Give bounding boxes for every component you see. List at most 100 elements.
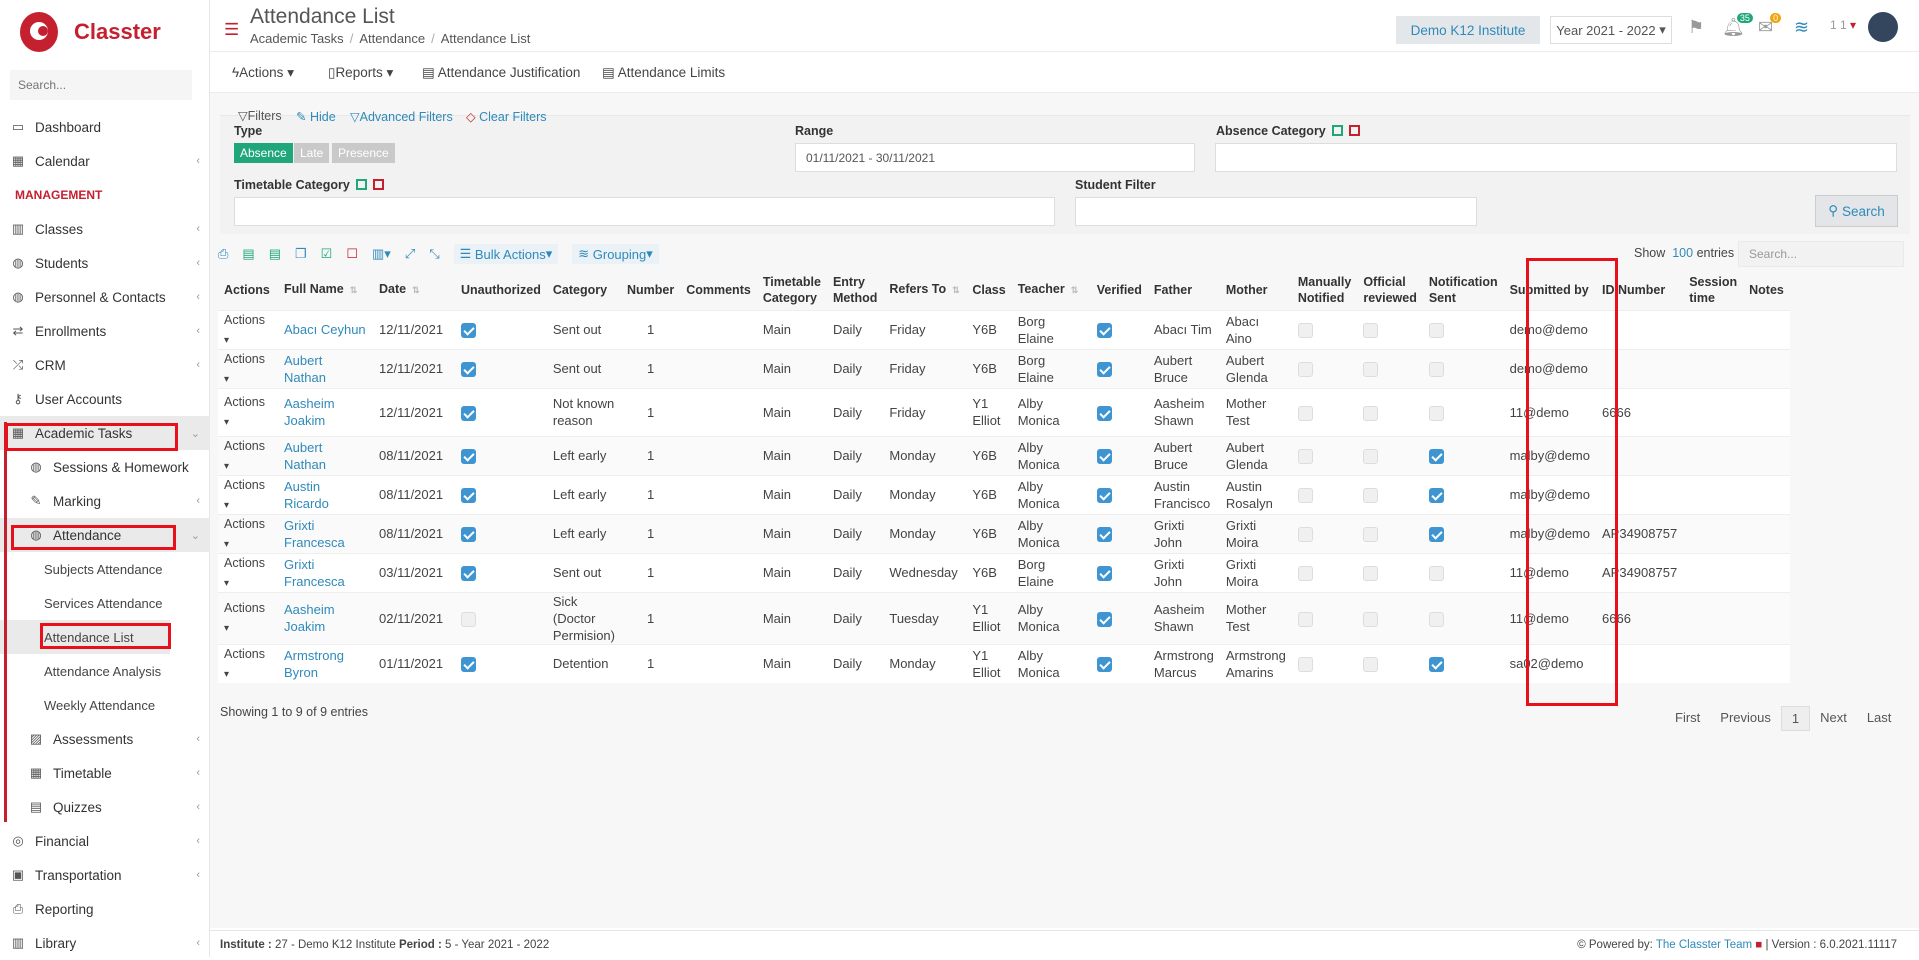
official-checkbox[interactable] — [1363, 527, 1379, 543]
verified-checkbox[interactable] — [1096, 405, 1112, 421]
row-actions-menu[interactable]: Actions — [224, 517, 265, 550]
sidebar-search-input[interactable] — [10, 70, 192, 100]
sidebar-item-financial[interactable]: ◎ Financial ‹ — [0, 824, 210, 858]
manual-checkbox[interactable] — [1297, 488, 1313, 504]
page-first[interactable]: First — [1665, 706, 1710, 731]
filters-toggle[interactable]: ▽Filters — [238, 108, 282, 123]
sidebar-item-transportation[interactable]: ▣ Transportation ‹ — [0, 858, 210, 892]
official-checkbox[interactable] — [1363, 449, 1379, 465]
manual-checkbox[interactable] — [1297, 323, 1313, 339]
avatar[interactable] — [1868, 12, 1898, 42]
sidebar-item-user-accounts[interactable]: ⚷ User Accounts — [0, 382, 210, 416]
deselect-all-icon[interactable] — [372, 179, 384, 190]
column-header[interactable]: Notes — [1743, 270, 1790, 310]
sidebar-item-attendance[interactable]: ◍ Attendance ⌄ — [0, 518, 210, 552]
student-name-link[interactable]: Grixti Francesca — [284, 518, 345, 550]
unauth-checkbox[interactable] — [461, 323, 476, 339]
manual-checkbox[interactable] — [1297, 449, 1313, 465]
column-header[interactable]: Date ⇅ — [373, 270, 455, 310]
grouping-menu[interactable]: ≋ Grouping ▾ — [572, 244, 659, 264]
column-header[interactable]: Refers To ⇅ — [883, 270, 966, 310]
sidebar-item-assessments[interactable]: ▨ Assessments ‹ — [0, 722, 210, 756]
column-header[interactable]: Full Name ⇅ — [278, 270, 373, 310]
student-name-link[interactable]: Austin Ricardo — [284, 479, 329, 511]
column-header[interactable]: Number — [621, 270, 680, 310]
column-header[interactable]: Entry Method — [827, 270, 883, 310]
official-checkbox[interactable] — [1363, 566, 1379, 582]
deselect-all-icon[interactable] — [1348, 125, 1360, 136]
absence-category-input[interactable] — [1215, 143, 1897, 172]
sidebar-item-sessions-homework[interactable]: ◍ Sessions & Homework — [0, 450, 210, 484]
page-previous[interactable]: Previous — [1710, 706, 1781, 731]
sidebar-item-academic-tasks[interactable]: ▦ Academic Tasks ⌄ — [0, 416, 210, 450]
select-all-check-icon[interactable] — [355, 179, 367, 190]
row-actions-menu[interactable]: Actions — [224, 601, 265, 634]
column-header[interactable]: Submitted by — [1504, 270, 1596, 310]
select-all-check-icon[interactable] — [1331, 125, 1343, 136]
verified-checkbox[interactable] — [1096, 449, 1112, 465]
mail-icon[interactable]: ✉ 0 — [1758, 13, 1782, 38]
verified-checkbox[interactable] — [1096, 566, 1112, 582]
sidebar-item-attendance-list[interactable]: Attendance List — [0, 620, 170, 654]
unauth-checkbox[interactable] — [461, 488, 476, 504]
manual-checkbox[interactable] — [1297, 527, 1313, 543]
sidebar-item-services-attendance[interactable]: Services Attendance — [0, 586, 210, 620]
column-header[interactable]: Class — [966, 270, 1011, 310]
official-checkbox[interactable] — [1363, 405, 1379, 421]
column-header[interactable]: Father — [1148, 270, 1220, 310]
notif-checkbox[interactable] — [1428, 527, 1444, 543]
column-header[interactable]: Session time — [1683, 270, 1743, 310]
select-all-check-icon[interactable]: ☑ — [321, 246, 333, 262]
verified-checkbox[interactable] — [1096, 527, 1112, 543]
sidebar-item-subjects-attendance[interactable]: Subjects Attendance — [0, 552, 210, 586]
row-actions-menu[interactable]: Actions — [224, 395, 265, 428]
student-name-link[interactable]: Grixti Francesca — [284, 557, 345, 589]
unauth-checkbox[interactable] — [461, 405, 476, 421]
menu-toggle-icon[interactable]: ☰ — [224, 20, 239, 40]
student-name-link[interactable]: Aubert Nathan — [284, 440, 326, 472]
table-search-input[interactable]: Search... — [1738, 241, 1904, 267]
unauth-checkbox[interactable] — [461, 527, 476, 543]
flag-icon[interactable]: ⚑ — [1688, 17, 1704, 38]
row-actions-menu[interactable]: Actions — [224, 352, 265, 385]
reports-menu[interactable]: ▯Reports ▾ — [328, 65, 393, 81]
csv-icon[interactable]: ▤ — [269, 246, 281, 262]
hide-filters-link[interactable]: ✎ Hide — [296, 109, 336, 124]
timetable-category-input[interactable] — [234, 197, 1055, 226]
notif-checkbox[interactable] — [1428, 566, 1444, 582]
notif-checkbox[interactable] — [1428, 611, 1444, 627]
student-name-link[interactable]: Armstrong Byron — [284, 648, 344, 680]
column-header[interactable]: Official reviewed — [1357, 270, 1423, 310]
sidebar-item-calendar[interactable]: ▦ Calendar ‹ — [0, 144, 210, 178]
official-checkbox[interactable] — [1363, 657, 1379, 673]
copy-icon[interactable]: ❐ — [295, 246, 307, 262]
breadcrumb-item[interactable]: Academic Tasks — [250, 31, 344, 46]
column-header[interactable]: Notification Sent — [1423, 270, 1504, 310]
row-actions-menu[interactable]: Actions — [224, 439, 265, 472]
unauth-checkbox[interactable] — [461, 449, 476, 465]
student-name-link[interactable]: Aasheim Joakim — [284, 396, 335, 428]
unauth-checkbox[interactable] — [461, 611, 476, 627]
attendance-justification-button[interactable]: ▤ Attendance Justification — [422, 65, 580, 81]
page-last[interactable]: Last — [1857, 706, 1902, 731]
type-late-toggle[interactable]: Late — [294, 143, 330, 163]
column-header[interactable]: Timetable Category — [757, 270, 827, 310]
sidebar-item-reporting[interactable]: ⎙ Reporting — [0, 892, 210, 926]
verified-checkbox[interactable] — [1096, 657, 1112, 673]
type-absence-toggle[interactable]: Absence — [234, 143, 293, 163]
verified-checkbox[interactable] — [1096, 323, 1112, 339]
user-menu[interactable]: 1 1 ▾ — [1830, 18, 1856, 32]
notif-checkbox[interactable] — [1428, 323, 1444, 339]
manual-checkbox[interactable] — [1297, 405, 1313, 421]
sidebar-item-timetable[interactable]: ▦ Timetable ‹ — [0, 756, 210, 790]
expand-icon[interactable]: ⤢ — [405, 246, 415, 262]
sidebar-item-crm[interactable]: ⤮ CRM ‹ — [0, 348, 210, 382]
unauth-checkbox[interactable] — [461, 657, 476, 673]
actions-menu[interactable]: ϟActions ▾ — [232, 65, 294, 81]
columns-icon[interactable]: ▥▾ — [372, 246, 391, 262]
column-header[interactable]: Category — [547, 270, 621, 310]
deselect-all-icon[interactable]: ☐ — [346, 246, 358, 262]
sidebar-item-weekly-attendance[interactable]: Weekly Attendance — [0, 688, 210, 722]
row-actions-menu[interactable]: Actions — [224, 313, 265, 346]
print-icon[interactable]: ⎙ — [218, 246, 228, 262]
